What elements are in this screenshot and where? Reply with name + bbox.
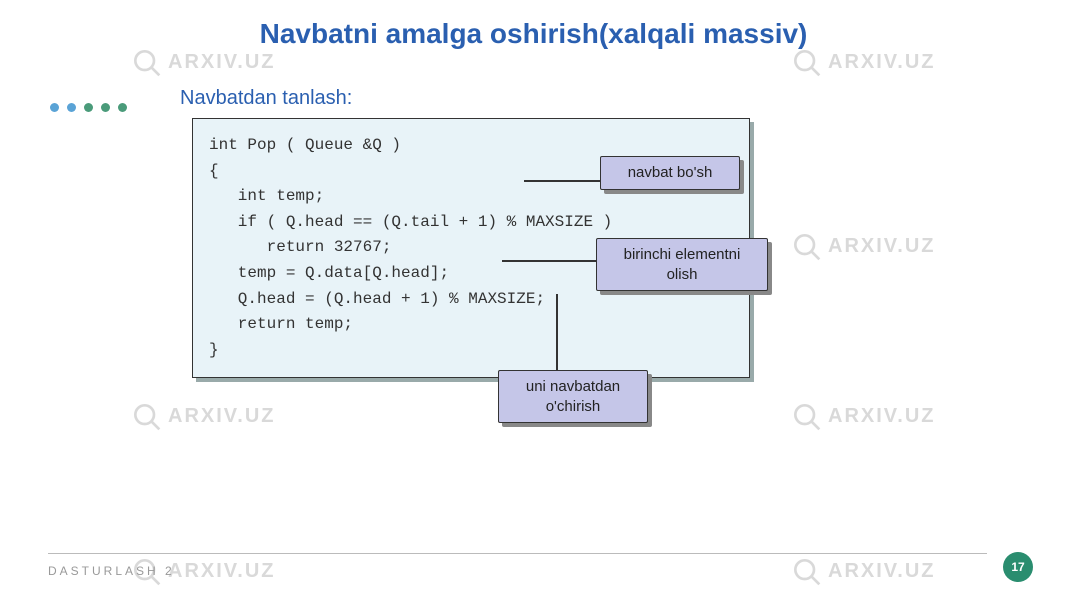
callout-connector [502, 260, 600, 262]
watermark: ARXIV.UZ [790, 230, 936, 262]
dot [84, 103, 93, 112]
section-subtitle: Navbatdan tanlash: [180, 87, 352, 110]
footer-text: DASTURLASH 2 [48, 564, 175, 578]
dot [67, 103, 76, 112]
callout-connector [524, 180, 604, 182]
watermark: ARXIV.UZ [130, 46, 276, 78]
callout-text: navbat bo'sh [628, 164, 713, 181]
watermark: ARXIV.UZ [790, 555, 936, 587]
watermark: ARXIV.UZ [790, 400, 936, 432]
decorative-dots [50, 103, 127, 112]
callout-birinchi-elementni: birinchi elementni olish [596, 238, 768, 291]
callout-uni-navbatdan: uni navbatdan o'chirish [498, 370, 648, 423]
dot [118, 103, 127, 112]
slide-title: Navbatni amalga oshirish(xalqali massiv) [0, 18, 1067, 50]
watermark: ARXIV.UZ [130, 400, 276, 432]
callout-text: o'chirish [546, 398, 601, 415]
page-number-badge: 17 [1003, 552, 1033, 582]
dot [50, 103, 59, 112]
callout-text: olish [667, 266, 698, 283]
callout-connector [556, 294, 558, 374]
footer-divider [48, 553, 987, 554]
watermark: ARXIV.UZ [790, 46, 936, 78]
callout-text: uni navbatdan [526, 378, 620, 395]
dot [101, 103, 110, 112]
callout-navbat-bosh: navbat bo'sh [600, 156, 740, 190]
callout-text: birinchi elementni [624, 246, 741, 263]
